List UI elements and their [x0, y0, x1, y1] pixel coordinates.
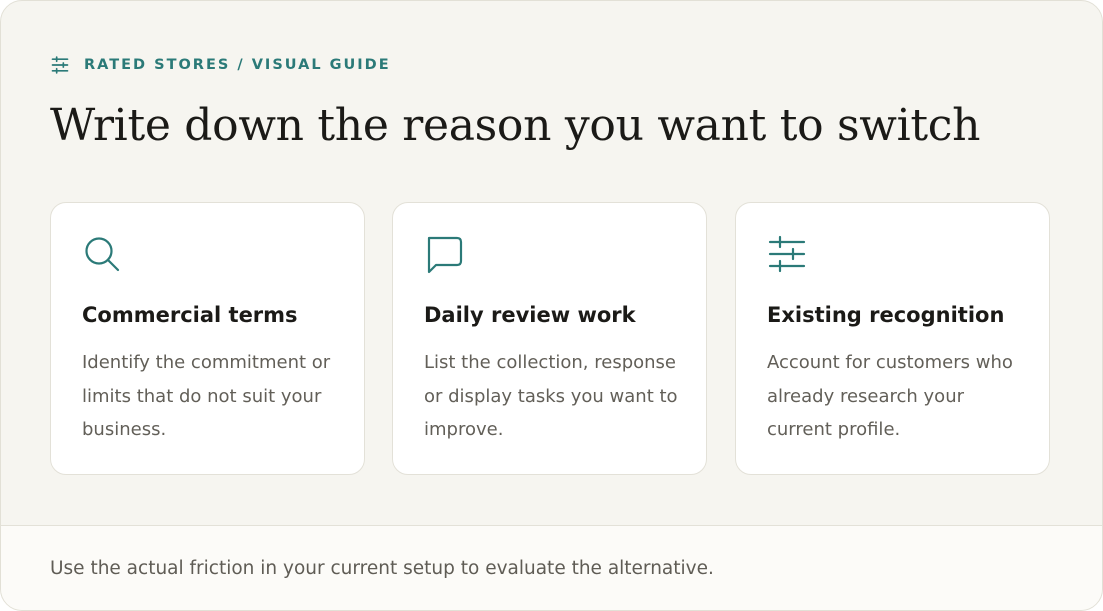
- sliders-icon: [51, 56, 69, 74]
- card-daily-review-work: Daily review work List the collection, r…: [392, 202, 707, 475]
- card-description: Account for customers who already resear…: [767, 352, 1013, 440]
- card-title: Existing recognition: [767, 303, 1005, 327]
- eyebrow-label: RATED STORES / VISUAL GUIDE: [84, 57, 391, 73]
- message-icon: [427, 236, 463, 274]
- visual-guide-panel: RATED STORES / VISUAL GUIDE Write down t…: [0, 0, 1103, 611]
- footer-note: Use the actual friction in your current …: [1, 525, 1102, 610]
- eyebrow: RATED STORES / VISUAL GUIDE: [50, 55, 391, 75]
- sliders-icon: [768, 235, 806, 273]
- search-icon: [85, 237, 120, 272]
- card-commercial-terms: Commercial terms Identify the commitment…: [50, 202, 365, 475]
- card-title: Commercial terms: [82, 303, 298, 327]
- card-description: List the collection, response or display…: [424, 352, 678, 440]
- card-description: Identify the commitment or limits that d…: [82, 352, 331, 440]
- page-title: Write down the reason you want to switch: [50, 100, 981, 151]
- card-title: Daily review work: [424, 303, 636, 327]
- card-existing-recognition: Existing recognition Account for custome…: [735, 202, 1050, 475]
- footer-text: Use the actual friction in your current …: [50, 558, 714, 579]
